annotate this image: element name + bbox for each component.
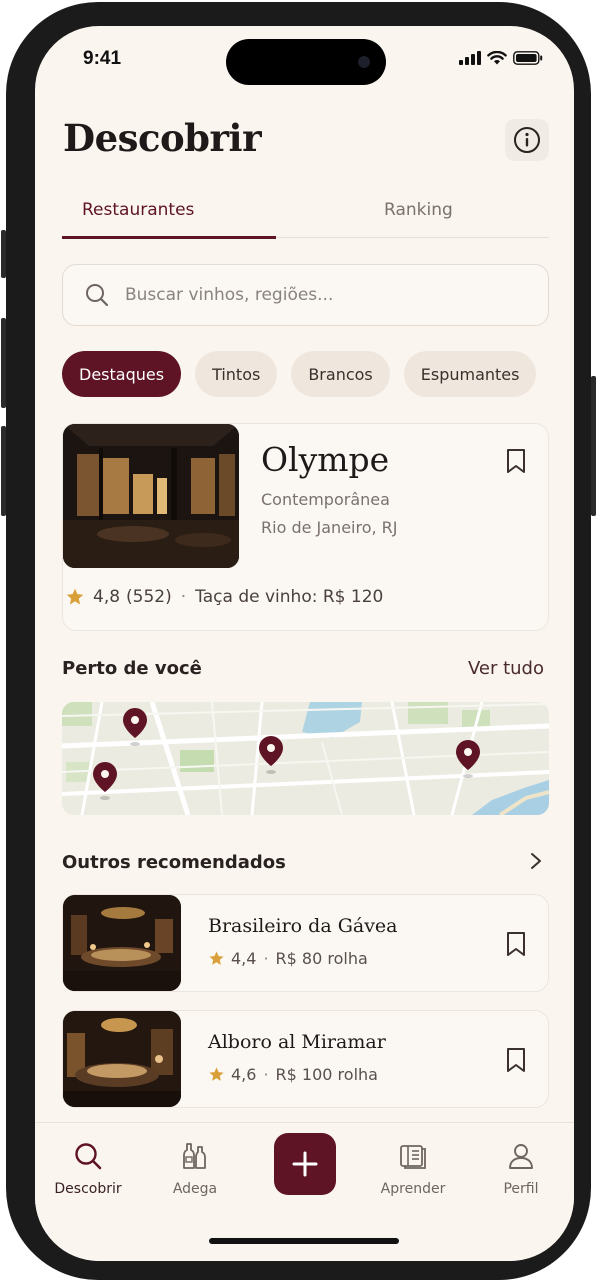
tabbar-label: Aprender xyxy=(380,1181,446,1197)
tabbar-item-adega[interactable]: Adega xyxy=(150,1141,240,1197)
home-indicator[interactable] xyxy=(209,1238,399,1244)
restaurant-meta: 4,6 · R$ 100 rolha xyxy=(208,1065,378,1084)
restaurant-meta: 4,4 · R$ 80 rolha xyxy=(208,949,368,968)
recommended-restaurant-card[interactable]: Brasileiro da Gávea 4,4 · R$ 80 rolha xyxy=(62,894,549,992)
bookmark-button[interactable] xyxy=(505,931,527,961)
tabbar-label: Adega xyxy=(172,1181,218,1197)
status-icons xyxy=(459,51,543,65)
map-pin-icon[interactable] xyxy=(122,708,148,748)
search-input[interactable]: Buscar vinhos, regiões... xyxy=(125,285,333,305)
restaurant-photo xyxy=(63,1011,181,1107)
review-count: (552) xyxy=(126,587,172,607)
filter-chip-tintos[interactable]: Tintos xyxy=(195,351,278,397)
tab-restaurantes[interactable]: Restaurantes xyxy=(82,200,275,220)
add-button[interactable] xyxy=(274,1133,336,1195)
tabbar-item-aprender[interactable]: Aprender xyxy=(368,1141,458,1197)
restaurant-meta: 4,8 (552) · Taça de vinho: R$ 120 xyxy=(65,587,383,607)
bookmark-button[interactable] xyxy=(505,1047,527,1077)
corkage-price: R$ 80 rolha xyxy=(275,949,368,968)
restaurant-cuisine: Contemporânea xyxy=(261,490,390,509)
rating-value: 4,6 xyxy=(231,1065,257,1084)
book-icon xyxy=(400,1145,426,1169)
filter-chips: Destaques Tintos Brancos Espumantes xyxy=(62,351,537,397)
search-icon xyxy=(86,284,109,307)
rating-value: 4,4 xyxy=(231,949,257,968)
separator-dot: · xyxy=(263,949,269,968)
recommended-restaurant-card[interactable]: Alboro al Miramar 4,6 · R$ 100 rolha xyxy=(62,1010,549,1108)
tab-ranking[interactable]: Ranking xyxy=(384,200,453,220)
star-icon xyxy=(209,1067,224,1081)
chevron-right-icon[interactable] xyxy=(529,852,543,874)
filter-chip-espumantes[interactable]: Espumantes xyxy=(403,351,537,397)
nearby-map[interactable] xyxy=(62,702,549,815)
bookmark-icon xyxy=(507,1048,525,1072)
person-icon xyxy=(509,1144,533,1169)
dynamic-island xyxy=(226,39,386,85)
tabbar-label: Descobrir xyxy=(54,1181,122,1197)
corkage-price: R$ 100 rolha xyxy=(275,1065,378,1084)
wifi-icon xyxy=(487,51,507,65)
separator-dot: · xyxy=(180,587,187,607)
plus-icon xyxy=(292,1151,318,1177)
restaurant-photo xyxy=(63,895,181,991)
featured-restaurant-card[interactable]: Olympe Contemporânea Rio de Janeiro, RJ … xyxy=(62,423,549,631)
restaurant-photo xyxy=(63,424,239,568)
tabbar-item-perfil[interactable]: Perfil xyxy=(476,1141,566,1197)
active-tab-indicator xyxy=(62,236,276,239)
wine-glass-price: Taça de vinho: R$ 120 xyxy=(195,587,384,607)
search-bar[interactable]: Buscar vinhos, regiões... xyxy=(62,264,549,326)
battery-icon xyxy=(513,51,543,65)
status-time: 9:41 xyxy=(83,48,122,69)
restaurant-name: Brasileiro da Gávea xyxy=(208,915,398,937)
recommended-section-title: Outros recomendados xyxy=(62,852,286,873)
restaurant-name: Olympe xyxy=(261,440,390,479)
bookmark-icon xyxy=(507,932,525,956)
map-pin-icon[interactable] xyxy=(92,762,118,802)
app-screen: 9:41 Descobrir Restaurantes Ranking Busc… xyxy=(35,26,574,1261)
phone-side-button xyxy=(591,376,596,516)
filter-chip-brancos[interactable]: Brancos xyxy=(291,351,390,397)
tabbar-item-descobrir[interactable]: Descobrir xyxy=(43,1141,133,1197)
see-all-link[interactable]: Ver tudo xyxy=(468,658,544,679)
segment-tabs: Restaurantes Ranking xyxy=(62,194,549,239)
separator-dot: · xyxy=(263,1065,269,1084)
restaurant-name: Alboro al Miramar xyxy=(208,1031,386,1053)
rating-value: 4,8 xyxy=(93,587,121,607)
page-title: Descobrir xyxy=(63,116,262,160)
search-icon xyxy=(75,1143,102,1170)
wine-bottles-icon xyxy=(183,1143,206,1169)
nearby-section-title: Perto de você xyxy=(62,658,202,679)
bookmark-button[interactable] xyxy=(505,448,527,478)
star-icon xyxy=(66,588,84,605)
info-icon xyxy=(514,127,540,153)
filter-chip-destaques[interactable]: Destaques xyxy=(62,351,182,397)
cellular-signal-icon xyxy=(459,51,481,65)
tabbar-label: Perfil xyxy=(503,1181,539,1197)
info-button[interactable] xyxy=(505,119,549,161)
map-pin-icon[interactable] xyxy=(258,736,284,776)
star-icon xyxy=(209,951,224,965)
bookmark-icon xyxy=(507,449,525,473)
phone-frame: 9:41 Descobrir Restaurantes Ranking Busc… xyxy=(6,2,591,1280)
restaurant-location: Rio de Janeiro, RJ xyxy=(261,518,398,537)
map-pin-icon[interactable] xyxy=(455,740,481,780)
